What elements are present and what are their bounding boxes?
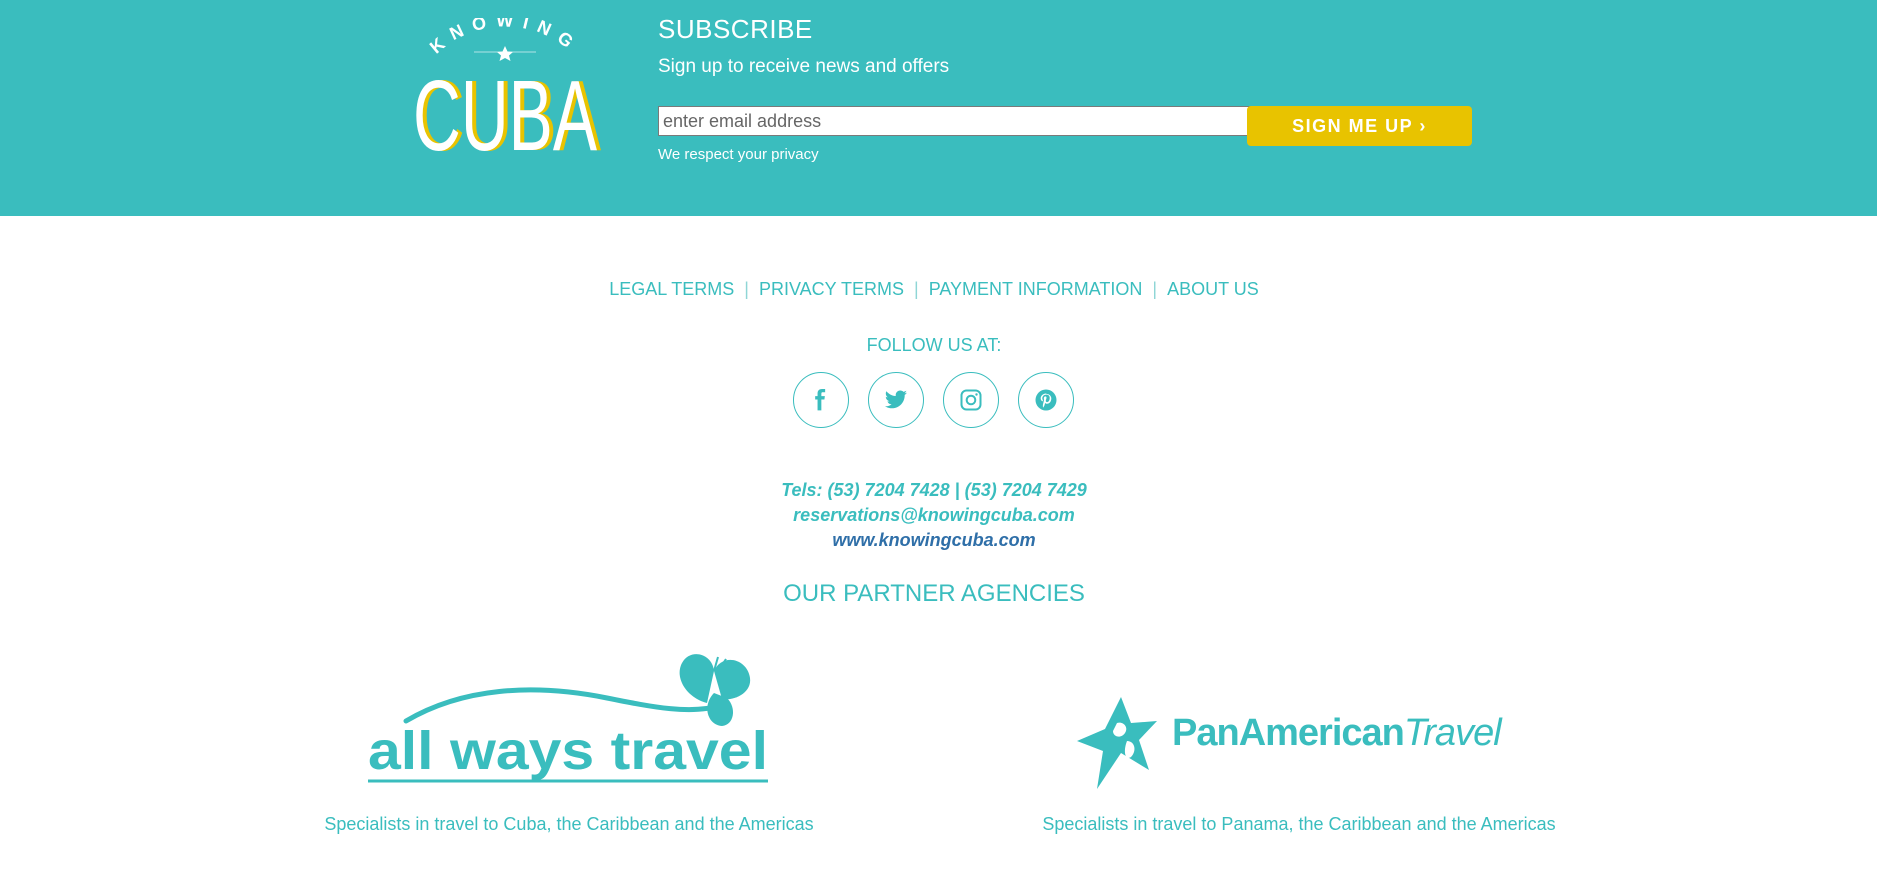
link-separator: |: [914, 279, 919, 299]
facebook-icon: [815, 388, 826, 411]
facebook-button[interactable]: [793, 372, 849, 428]
svg-text:PanAmericanTravel: PanAmericanTravel: [1172, 712, 1503, 754]
reservations-email[interactable]: reservations@knowingcuba.com: [0, 505, 1868, 526]
partner-description-allways: Specialists in travel to Cuba, the Carib…: [324, 814, 814, 834]
instagram-button[interactable]: [943, 372, 999, 428]
butterfly-icon: [679, 654, 751, 726]
pinterest-icon: [1035, 389, 1057, 411]
twitter-button[interactable]: [868, 372, 924, 428]
star-icon: [497, 46, 513, 61]
logo-main-text: CUBA: [413, 60, 597, 158]
about-us-link[interactable]: ABOUT US: [1167, 279, 1259, 299]
travel-text: Travel: [1404, 712, 1503, 754]
star-globe-icon: [1077, 697, 1157, 789]
privacy-terms-link[interactable]: PRIVACY TERMS: [759, 279, 904, 299]
phone-numbers[interactable]: Tels: (53) 7204 7428 | (53) 7204 7429: [0, 480, 1868, 501]
instagram-icon: [960, 389, 982, 411]
website-link[interactable]: www.knowingcuba.com: [0, 530, 1868, 551]
email-input[interactable]: [658, 106, 1258, 136]
link-separator: |: [1152, 279, 1158, 299]
privacy-note: We respect your privacy: [658, 146, 819, 163]
link-separator: |: [744, 279, 749, 299]
partner-agencies-title: OUR PARTNER AGENCIES: [783, 580, 1085, 607]
twitter-icon: [885, 390, 907, 409]
partner-description-panamerican: Specialists in travel to Panama, the Car…: [1042, 814, 1556, 834]
knowing-cuba-logo[interactable]: KNOWING CUBA CUBA: [400, 18, 610, 158]
panamerican-travel-logo[interactable]: PanAmericanTravel: [1077, 693, 1522, 793]
legal-terms-link[interactable]: LEGAL TERMS: [609, 279, 734, 299]
footer-links: LEGAL TERMS | PRIVACY TERMS | PAYMENT INFORM…: [0, 279, 1868, 300]
pinterest-button[interactable]: [1018, 372, 1074, 428]
subscribe-banner: KNOWING CUBA CUBA SUBSCRIBE Sign up to r…: [0, 0, 1877, 216]
payment-information-link[interactable]: PAYMENT INFORMATION: [929, 279, 1143, 299]
panamerican-text: PanAmerican: [1172, 712, 1404, 754]
subscribe-title: SUBSCRIBE: [658, 14, 813, 44]
all-ways-travel-text: all ways travel: [368, 721, 768, 781]
all-ways-travel-logo[interactable]: all ways travel: [362, 643, 774, 793]
sign-me-up-button[interactable]: SIGN ME UP ›: [1247, 106, 1472, 146]
subscribe-text: Sign up to receive news and offers: [658, 56, 950, 77]
follow-us-label: FOLLOW US AT:: [866, 335, 1002, 355]
